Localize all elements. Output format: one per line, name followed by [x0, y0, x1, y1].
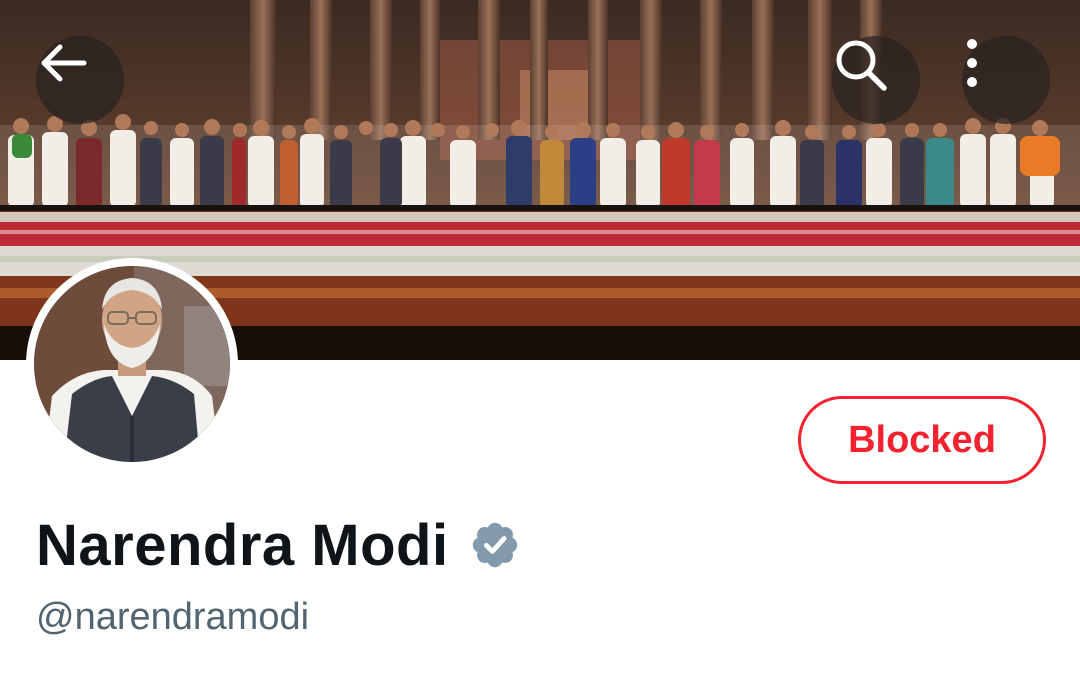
avatar[interactable] — [26, 258, 238, 470]
profile-screen: Blocked Narendra Modi @narendramodi — [0, 0, 1080, 687]
blocked-button-label: Blocked — [848, 418, 996, 461]
profile-name-row: Narendra Modi — [36, 510, 521, 580]
display-name: Narendra Modi — [36, 512, 449, 578]
profile-photo — [34, 266, 230, 462]
back-button[interactable] — [36, 36, 124, 124]
blocked-button[interactable]: Blocked — [798, 396, 1046, 484]
search-button[interactable] — [832, 36, 920, 124]
more-options-button[interactable] — [962, 36, 1050, 124]
username-handle: @narendramodi — [36, 596, 310, 638]
verified-badge-icon[interactable] — [469, 519, 521, 571]
